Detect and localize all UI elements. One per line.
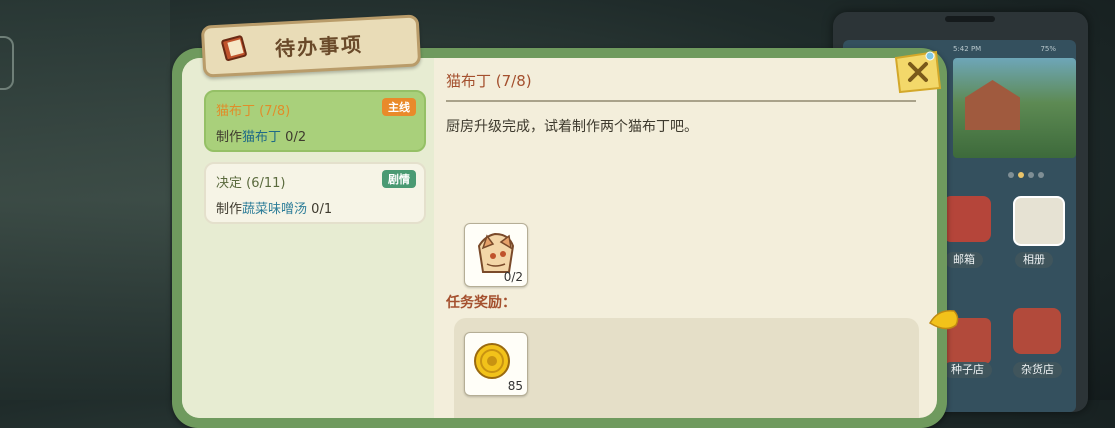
mailbox-icon[interactable] [943,196,991,242]
app-label-mailbox[interactable]: 邮箱 [945,252,983,268]
page-dot [1038,172,1044,178]
page-dot [1028,172,1034,178]
quest-item-story[interactable]: 决定 (6/11) 剧情 制作蔬菜味噌汤 0/1 [204,162,426,224]
required-item-slot[interactable]: 0/2 [464,223,528,287]
page-dot-active [1018,172,1024,178]
status-battery: 75% [1040,45,1056,53]
app-label-grocery[interactable]: 杂货店 [1013,362,1062,378]
quest-desc-item: 蔬菜味噌汤 [242,202,308,217]
status-time: 5:42 PM [953,45,982,53]
quest-desc-prefix: 制作 [216,202,243,217]
app-label-album[interactable]: 相册 [1015,252,1053,268]
panel-title: 待办事项 [274,32,364,61]
quest-desc: 制作蔬菜味噌汤 0/1 [216,198,414,217]
book-icon [221,35,247,62]
todo-panel: 猫布丁 (7/8) 主线 制作猫布丁 0/2 决定 (6/11) 剧情 制作蔬菜… [172,48,947,428]
page-dot [1008,172,1014,178]
reward-item-count: 85 [507,379,523,393]
quest-desc: 制作猫布丁 0/2 [216,126,414,145]
quest-desc-count: 0/1 [311,202,333,217]
reward-label: 任务奖励： [446,295,516,311]
quest-detail-description: 厨房升级完成，试着制作两个猫布丁吧。 [446,119,698,135]
grocery-store-icon[interactable] [1013,308,1061,354]
close-button[interactable] [890,50,944,94]
hex-icon[interactable] [0,36,14,90]
phone-notch [945,16,995,22]
required-item-count: 0/2 [503,270,523,284]
todo-panel-inner: 猫布丁 (7/8) 主线 制作猫布丁 0/2 决定 (6/11) 剧情 制作蔬菜… [182,58,937,418]
album-icon[interactable] [1013,196,1065,246]
divider [446,100,916,102]
quest-detail-title: 猫布丁 (7/8) [446,72,532,90]
page-dots [1008,172,1044,178]
quest-item-main[interactable]: 猫布丁 (7/8) 主线 制作猫布丁 0/2 [204,90,426,152]
close-icon [894,50,942,94]
main-quest-badge: 主线 [382,98,416,116]
phone-wallpaper-photo [953,58,1076,158]
quest-desc-item: 猫布丁 [242,130,282,145]
reward-item-slot[interactable]: 85 [464,332,528,396]
house-image [965,80,1020,130]
leaf-icon [928,310,959,330]
app-label-seed-shop[interactable]: 种子店 [943,362,992,378]
story-quest-badge: 剧情 [382,170,416,188]
quest-desc-prefix: 制作 [216,130,243,145]
quest-desc-count: 0/2 [285,130,307,145]
background-left [0,0,170,400]
quest-list: 猫布丁 (7/8) 主线 制作猫布丁 0/2 决定 (6/11) 剧情 制作蔬菜… [182,58,434,418]
